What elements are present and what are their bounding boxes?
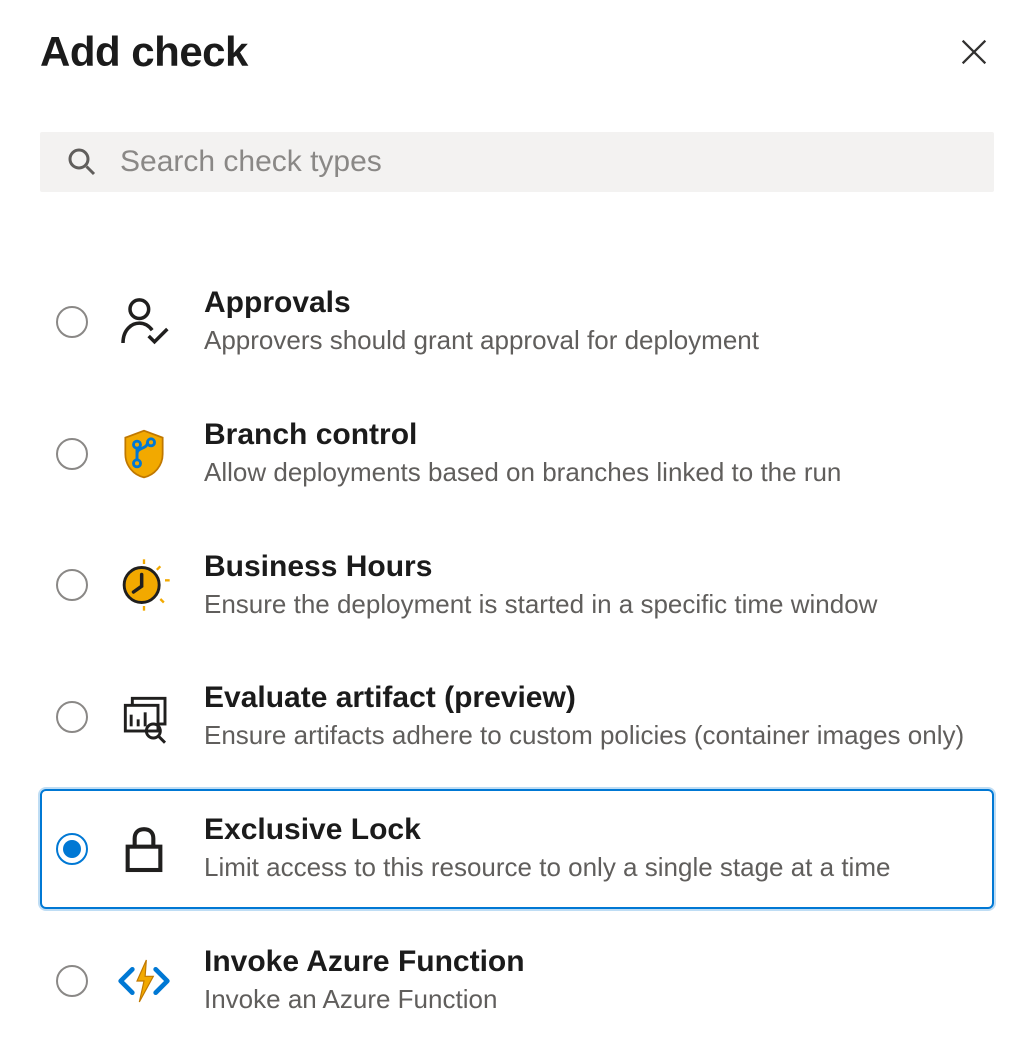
close-button[interactable] (954, 32, 994, 72)
search-box[interactable] (40, 132, 994, 192)
radio-button[interactable] (56, 569, 88, 601)
close-icon (957, 35, 991, 69)
check-description: Approvers should grant approval for depl… (204, 324, 978, 358)
check-description: Ensure artifacts adhere to custom polici… (204, 719, 978, 753)
check-title: Business Hours (204, 550, 978, 584)
search-input[interactable] (118, 144, 970, 180)
artifact-icon (112, 685, 176, 749)
check-option-evaluate-artifact[interactable]: Evaluate artifact (preview) Ensure artif… (40, 657, 994, 777)
check-option-exclusive-lock[interactable]: Exclusive Lock Limit access to this reso… (40, 789, 994, 909)
dialog-title: Add check (40, 28, 248, 76)
radio-button[interactable] (56, 438, 88, 470)
check-option-invoke-azure-function[interactable]: Invoke Azure Function Invoke an Azure Fu… (40, 921, 994, 1041)
check-title: Branch control (204, 418, 978, 452)
search-icon (64, 144, 100, 180)
check-title: Evaluate artifact (preview) (204, 681, 978, 715)
check-title: Invoke Azure Function (204, 945, 978, 979)
radio-button[interactable] (56, 306, 88, 338)
clock-icon (112, 553, 176, 617)
azure-function-icon (112, 949, 176, 1013)
add-check-dialog: Add check (0, 0, 1034, 1053)
check-text: Evaluate artifact (preview) Ensure artif… (204, 681, 978, 753)
check-type-list: Approvals Approvers should grant approva… (40, 262, 994, 1053)
check-text: Approvals Approvers should grant approva… (204, 286, 978, 358)
check-description: Limit access to this resource to only a … (204, 851, 978, 885)
check-text: Business Hours Ensure the deployment is … (204, 550, 978, 622)
radio-button[interactable] (56, 965, 88, 997)
check-title: Exclusive Lock (204, 813, 978, 847)
check-description: Allow deployments based on branches link… (204, 456, 978, 490)
check-description: Invoke an Azure Function (204, 983, 978, 1017)
person-check-icon (112, 290, 176, 354)
lock-icon (112, 817, 176, 881)
check-option-approvals[interactable]: Approvals Approvers should grant approva… (40, 262, 994, 382)
check-option-business-hours[interactable]: Business Hours Ensure the deployment is … (40, 526, 994, 646)
check-option-branch-control[interactable]: Branch control Allow deployments based o… (40, 394, 994, 514)
check-description: Ensure the deployment is started in a sp… (204, 588, 978, 622)
check-text: Exclusive Lock Limit access to this reso… (204, 813, 978, 885)
radio-button[interactable] (56, 833, 88, 865)
dialog-header: Add check (40, 28, 994, 76)
check-text: Branch control Allow deployments based o… (204, 418, 978, 490)
check-text: Invoke Azure Function Invoke an Azure Fu… (204, 945, 978, 1017)
check-title: Approvals (204, 286, 978, 320)
branch-shield-icon (112, 422, 176, 486)
radio-button[interactable] (56, 701, 88, 733)
